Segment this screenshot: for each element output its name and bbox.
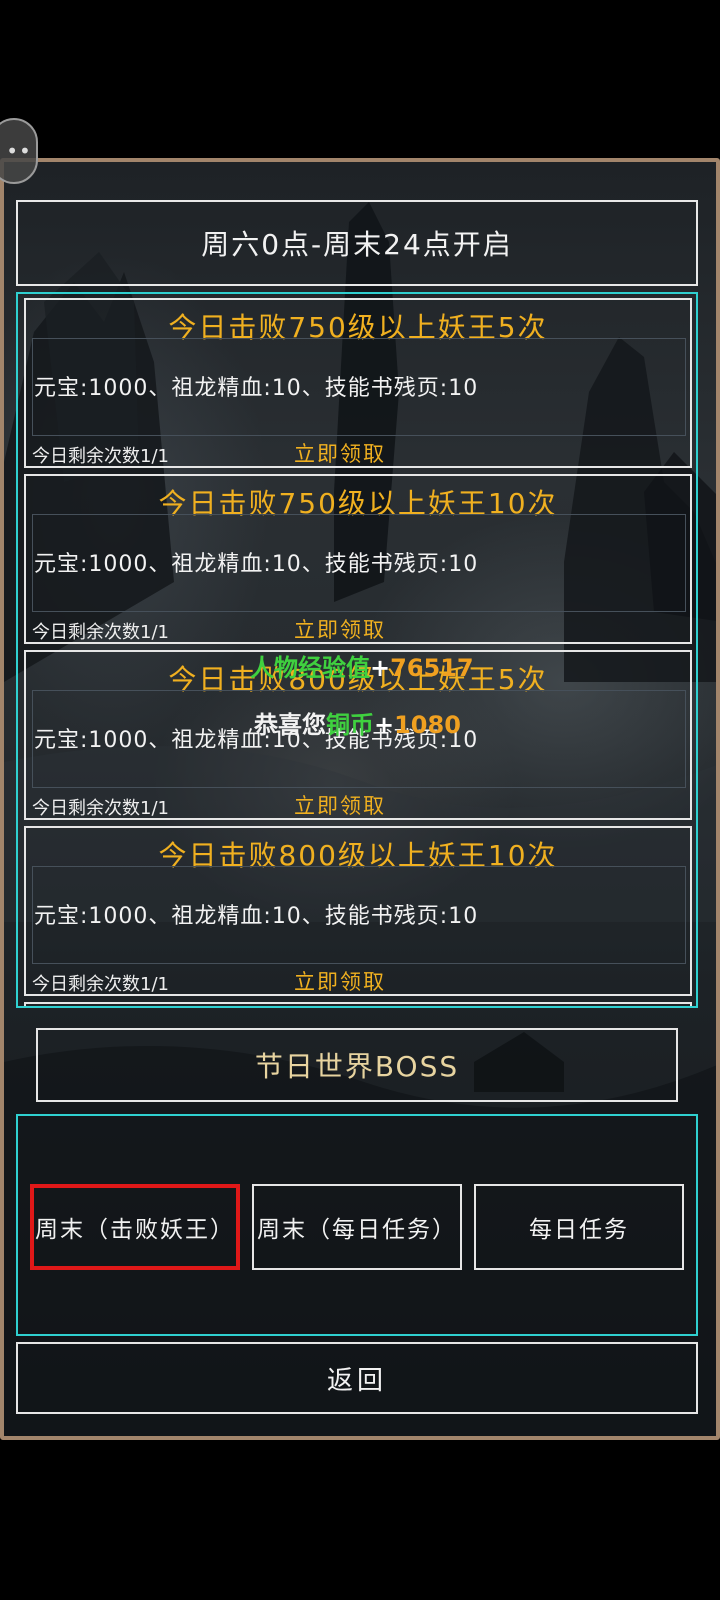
task-remaining: 今日剩余次数1/1 bbox=[32, 798, 169, 819]
coin-prefix: 恭喜您 bbox=[254, 711, 326, 739]
floating-chat-button[interactable]: •• bbox=[0, 118, 38, 184]
back-label: 返回 bbox=[326, 1365, 387, 1396]
coin-label: 铜币 bbox=[326, 711, 374, 739]
exp-plus: + bbox=[370, 654, 391, 682]
coin-gain-notification: 恭喜您铜币+1080 bbox=[254, 705, 461, 740]
event-time-header: 周六0点-周末24点开启 bbox=[16, 200, 698, 286]
claim-button[interactable]: 立即领取 bbox=[294, 614, 386, 644]
task-reward: 元宝:1000、祖龙精血:10、技能书残页:10 bbox=[34, 904, 479, 929]
task-reward: 元宝:1000、祖龙精血:10、技能书残页:10 bbox=[34, 376, 479, 401]
claim-button[interactable]: 立即领取 bbox=[294, 438, 386, 468]
exp-gain-notification: 人物经验值+76517 bbox=[250, 648, 474, 683]
task-remaining: 今日剩余次数1/1 bbox=[32, 446, 169, 467]
task-item: 今日击败800级以上妖王10次 元宝:1000、祖龙精血:10、技能书残页:10… bbox=[24, 826, 692, 996]
chat-bubble-icon: •• bbox=[6, 139, 32, 163]
task-item-partial bbox=[24, 1002, 692, 1006]
tab-daily-tasks[interactable]: 每日任务 bbox=[474, 1184, 684, 1270]
coin-value: 1080 bbox=[394, 711, 461, 739]
task-item: 今日击败750级以上妖王10次 元宝:1000、祖龙精血:10、技能书残页:10… bbox=[24, 474, 692, 644]
weekend-event-panel: 周六0点-周末24点开启 今日击败750级以上妖王5次 元宝:1000、祖龙精血… bbox=[0, 158, 720, 1440]
exp-value: 76517 bbox=[390, 654, 474, 682]
event-time-text: 周六0点-周末24点开启 bbox=[201, 228, 513, 261]
tab-weekend-defeat-demon-king[interactable]: 周末（击败妖王） bbox=[30, 1184, 240, 1270]
coin-plus: + bbox=[374, 711, 395, 739]
claim-button[interactable]: 立即领取 bbox=[294, 966, 386, 996]
tab-weekend-daily-tasks[interactable]: 周末（每日任务） bbox=[252, 1184, 462, 1270]
back-button[interactable]: 返回 bbox=[16, 1342, 698, 1414]
tab-label: 周末（每日任务） bbox=[257, 1217, 457, 1243]
tab-label: 每日任务 bbox=[529, 1217, 629, 1243]
task-reward: 元宝:1000、祖龙精血:10、技能书残页:10 bbox=[34, 552, 479, 577]
task-remaining: 今日剩余次数1/1 bbox=[32, 622, 169, 643]
task-item: 今日击败750级以上妖王5次 元宝:1000、祖龙精血:10、技能书残页:10 … bbox=[24, 298, 692, 468]
tab-bar: 周末（击败妖王） 周末（每日任务） 每日任务 bbox=[16, 1114, 698, 1336]
task-remaining: 今日剩余次数1/1 bbox=[32, 974, 169, 995]
exp-label: 人物经验值 bbox=[250, 654, 370, 682]
screen: •• 周六0点-周末24点开启 今日击败750级以上妖王5次 元宝:1000、祖… bbox=[0, 0, 720, 1600]
festival-boss-button[interactable]: 节日世界BOSS bbox=[36, 1028, 678, 1102]
tab-label: 周末（击败妖王） bbox=[35, 1217, 235, 1243]
festival-boss-label: 节日世界BOSS bbox=[254, 1050, 460, 1083]
claim-button[interactable]: 立即领取 bbox=[294, 790, 386, 820]
